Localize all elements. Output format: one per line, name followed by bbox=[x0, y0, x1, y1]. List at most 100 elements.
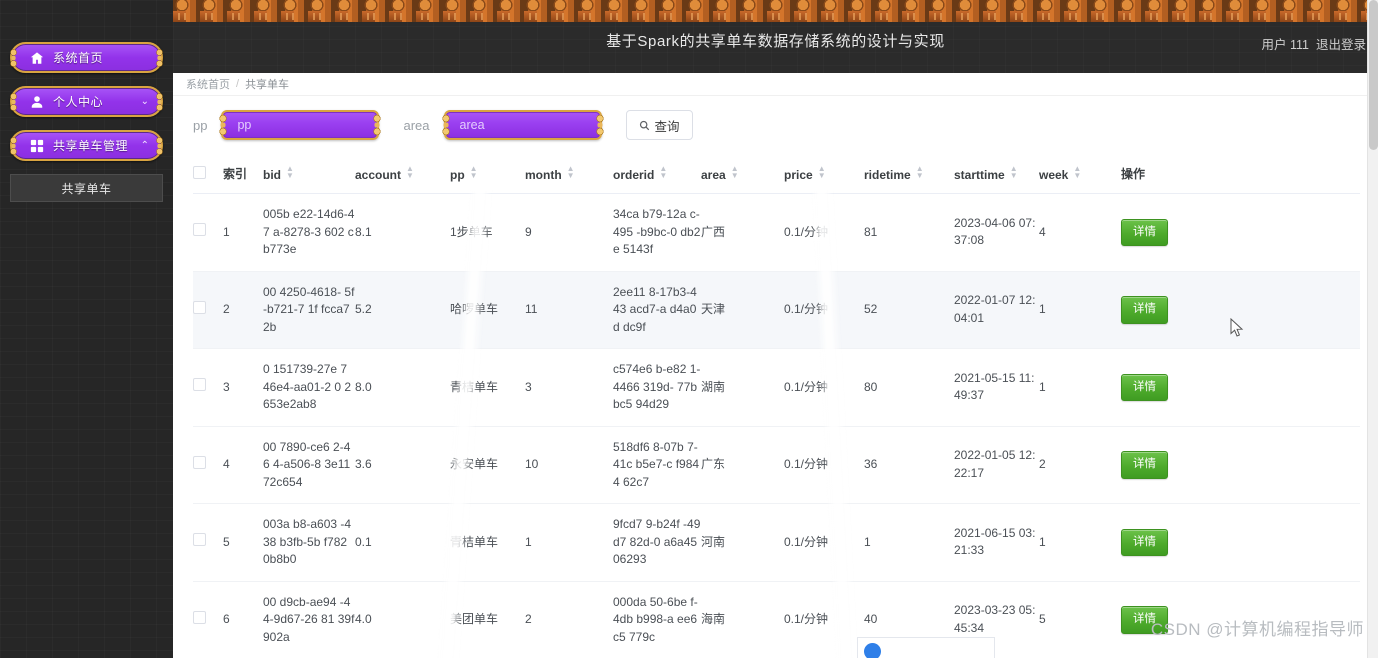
query-button[interactable]: 查询 bbox=[625, 110, 693, 140]
sort-icon[interactable]: ▲ ▼ bbox=[731, 165, 739, 180]
table-row[interactable]: 2 00 4250-4618- 5f-b721-7 1f fcca72b 5.2 哈啰… bbox=[193, 271, 1360, 349]
cell-bid: 00 4250-4618- 5f-b721-7 1f fcca72b bbox=[263, 271, 355, 349]
cell-price: 0.1/分钟 bbox=[784, 581, 864, 658]
cell-starttime: 2021-06-15 03:21:33 bbox=[954, 503, 1039, 582]
sort-icon[interactable]: ▲ ▼ bbox=[286, 165, 294, 180]
cell-bid: 005b e22-14d6-47 a-8278-3 602 cb773e bbox=[263, 193, 355, 272]
th-account[interactable]: account ▲ ▼ bbox=[355, 154, 450, 194]
cell-starttime: 2022-01-07 12:04:01 bbox=[954, 271, 1039, 349]
sort-icon[interactable]: ▲ ▼ bbox=[1010, 165, 1018, 180]
table-container: 索引 bid ▲ ▼ account ▲ ▼ pp ▲ ▼ month ▲ ▼ orderid ▲… bbox=[173, 154, 1378, 658]
cell-month: 3 bbox=[525, 348, 613, 427]
select-all-checkbox[interactable] bbox=[193, 165, 206, 179]
detail-button[interactable]: 详情 bbox=[1121, 451, 1168, 479]
cell-bid: 00 7890-ce6 2-46 4-a506-8 3e11 72c654 bbox=[263, 426, 355, 504]
th-ridetime[interactable]: ridetime ▲ ▼ bbox=[864, 154, 954, 194]
table-row[interactable]: 1 005b e22-14d6-47 a-8278-3 602 cb773e 8.1… bbox=[193, 193, 1360, 272]
th-area[interactable]: area ▲ ▼ bbox=[701, 154, 784, 194]
cell-index: 4 bbox=[223, 426, 263, 504]
table-row[interactable]: 4 00 7890-ce6 2-46 4-a506-8 3e11 72c654 3.… bbox=[193, 426, 1360, 504]
th-index: 索引 bbox=[223, 154, 263, 194]
th-starttime[interactable]: starttime ▲ ▼ bbox=[954, 154, 1039, 194]
th-orderid[interactable]: orderid ▲ ▼ bbox=[613, 154, 701, 194]
area-input-wrapper[interactable] bbox=[443, 110, 602, 140]
th-label: month bbox=[525, 168, 562, 182]
csdn-watermark: CSDN @计算机编程指导师 bbox=[1150, 620, 1364, 639]
row-checkbox[interactable] bbox=[193, 378, 206, 391]
cell-month: 11 bbox=[525, 271, 613, 349]
th-label: bid bbox=[263, 168, 281, 182]
sort-icon[interactable]: ▲ ▼ bbox=[659, 165, 667, 180]
sort-icon[interactable]: ▲ ▼ bbox=[567, 165, 575, 180]
sort-icon[interactable]: ▲ ▼ bbox=[1073, 165, 1081, 180]
cell-price: 0.1/分钟 bbox=[784, 348, 864, 427]
cell-orderid: 9fcd7 9-b24f -49d7 82d-0 a6a45 06293 bbox=[613, 503, 701, 582]
detail-button[interactable]: 详情 bbox=[1121, 218, 1168, 246]
sort-icon[interactable]: ▲ ▼ bbox=[470, 165, 478, 180]
th-bid[interactable]: bid ▲ ▼ bbox=[263, 154, 355, 194]
sidebar-subitem-shared-bike[interactable]: 共享单车 bbox=[10, 174, 163, 202]
cell-ridetime: 80 bbox=[864, 348, 954, 427]
sidebar-item-profile[interactable]: 个人中心 ⌄ bbox=[10, 86, 163, 117]
breadcrumb: 系统首页 / 共享单车 bbox=[173, 73, 1378, 96]
table-row[interactable]: 30 151739-27e 7 46e4-aa01-2 0 2653e2ab8 8… bbox=[193, 348, 1360, 427]
select-all-cell bbox=[193, 154, 223, 194]
cell-account: 8.1 bbox=[355, 193, 450, 272]
sidebar-item-home[interactable]: 系统首页 bbox=[10, 42, 163, 73]
th-price[interactable]: price ▲ ▼ bbox=[784, 154, 864, 194]
cell-area: 广西 bbox=[701, 193, 784, 272]
th-month[interactable]: month ▲ ▼ bbox=[525, 154, 613, 194]
sidebar: 系统首页 个人中心 ⌄ 共享单车管理 ⌃ 共享单车 bbox=[0, 0, 173, 658]
cell-week: 4 bbox=[1039, 193, 1121, 272]
th-label: 操作 bbox=[1121, 167, 1146, 181]
breadcrumb-separator-icon: / bbox=[236, 78, 240, 90]
sort-icon[interactable]: ▲ ▼ bbox=[406, 165, 414, 180]
row-checkbox[interactable] bbox=[193, 610, 206, 624]
vertical-scrollbar[interactable] bbox=[1367, 0, 1378, 658]
th-label: ridetime bbox=[864, 168, 911, 182]
breadcrumb-current: 共享单车 bbox=[245, 79, 290, 91]
sort-icon[interactable]: ▲ ▼ bbox=[916, 165, 924, 180]
pagination-active-page[interactable] bbox=[864, 642, 881, 658]
ornament-banner-icon bbox=[173, 0, 1378, 22]
pp-input-wrapper[interactable] bbox=[221, 110, 380, 140]
area-input[interactable] bbox=[459, 118, 590, 132]
cell-orderid: c574e6 b-e82 1-4466 319d- 77bbc5 94d29 bbox=[613, 348, 701, 427]
pp-input[interactable] bbox=[237, 118, 368, 132]
cell-account: 4.0 bbox=[355, 581, 450, 658]
cell-area: 河南 bbox=[701, 503, 784, 582]
cell-orderid: 518df6 8-07b 7-41c b5e7-c f9844 62c7 bbox=[613, 426, 701, 504]
breadcrumb-home[interactable]: 系统首页 bbox=[186, 76, 230, 92]
sidebar-item-label: 系统首页 bbox=[53, 51, 104, 65]
logout-button[interactable]: 退出登录 bbox=[1316, 34, 1366, 53]
cell-ridetime: 1 bbox=[864, 503, 954, 582]
row-checkbox[interactable] bbox=[193, 300, 206, 314]
bike-data-table: 索引 bid ▲ ▼ account ▲ ▼ pp ▲ ▼ month ▲ ▼ orderid ▲… bbox=[193, 154, 1360, 658]
sidebar-item-label: 共享单车管理 bbox=[53, 139, 129, 153]
row-checkbox[interactable] bbox=[193, 223, 206, 236]
table-row[interactable]: 5 003a b8-a603 -438 b3fb-5b f782 0b8b0 0.1… bbox=[193, 503, 1360, 582]
th-label: area bbox=[701, 168, 726, 182]
detail-button[interactable]: 详情 bbox=[1121, 296, 1168, 324]
detail-button[interactable]: 详情 bbox=[1121, 528, 1168, 556]
sidebar-item-bike-management[interactable]: 共享单车管理 ⌃ bbox=[10, 130, 163, 161]
sort-icon[interactable]: ▲ ▼ bbox=[818, 165, 826, 180]
row-checkbox[interactable] bbox=[193, 455, 206, 469]
row-select-cell bbox=[193, 581, 223, 658]
table-head: 索引 bid ▲ ▼ account ▲ ▼ pp ▲ ▼ month ▲ ▼ orderid ▲… bbox=[193, 154, 1360, 194]
cell-action: 详情 bbox=[1121, 193, 1360, 272]
cell-pp: 哈啰单车 bbox=[450, 271, 525, 349]
th-week[interactable]: week ▲ ▼ bbox=[1039, 154, 1121, 194]
pagination[interactable] bbox=[857, 637, 995, 658]
cell-index: 5 bbox=[223, 503, 263, 582]
row-checkbox[interactable] bbox=[193, 533, 206, 546]
detail-button[interactable]: 详情 bbox=[1121, 373, 1168, 401]
scrollbar-thumb[interactable] bbox=[1369, 0, 1378, 150]
cell-week: 5 bbox=[1039, 581, 1121, 658]
th-label: 索引 bbox=[223, 167, 248, 181]
th-pp[interactable]: pp ▲ ▼ bbox=[450, 154, 525, 194]
search-icon bbox=[639, 120, 649, 130]
main-area: 基于Spark的共享单车数据存储系统的设计与实现 用户 111 退出登录 系统首… bbox=[173, 0, 1378, 658]
query-button-label: 查询 bbox=[654, 119, 680, 134]
cell-ridetime: 36 bbox=[864, 426, 954, 504]
